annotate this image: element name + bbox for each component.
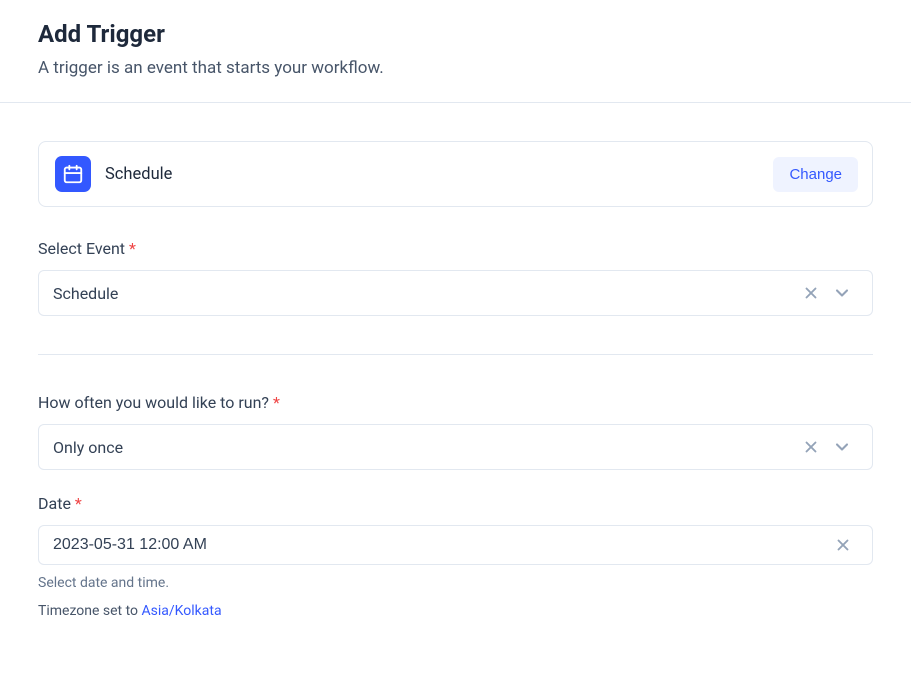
date-input-wrapper[interactable] xyxy=(38,525,873,565)
calendar-icon xyxy=(55,156,91,192)
date-label: Date* xyxy=(38,494,873,513)
clear-icon[interactable] xyxy=(828,536,858,554)
date-input[interactable] xyxy=(53,536,828,554)
page-subtitle: A trigger is an event that starts your w… xyxy=(38,58,873,78)
select-event-dropdown[interactable]: Schedule xyxy=(38,270,873,316)
date-label-text: Date xyxy=(38,494,71,513)
frequency-value: Only once xyxy=(53,438,796,457)
frequency-label-text: How often you would like to run? xyxy=(38,393,269,412)
change-button[interactable]: Change xyxy=(773,157,858,192)
content-area: Schedule Change Select Event* Schedule xyxy=(0,103,911,619)
required-marker: * xyxy=(129,239,136,258)
chevron-down-icon[interactable] xyxy=(826,283,858,303)
timezone-text: Timezone set to Asia/Kolkata xyxy=(38,603,873,619)
page-title: Add Trigger xyxy=(38,20,873,48)
select-event-value: Schedule xyxy=(53,284,796,303)
frequency-label: How often you would like to run?* xyxy=(38,393,873,412)
date-field: Date* Select date and time. Timezone set… xyxy=(38,494,873,619)
timezone-link[interactable]: Asia/Kolkata xyxy=(142,603,222,619)
chevron-down-icon[interactable] xyxy=(826,437,858,457)
date-help-text: Select date and time. xyxy=(38,575,873,591)
frequency-dropdown[interactable]: Only once xyxy=(38,424,873,470)
timezone-prefix: Timezone set to xyxy=(38,603,142,619)
clear-icon[interactable] xyxy=(796,438,826,456)
trigger-info: Schedule xyxy=(55,156,172,192)
frequency-field: How often you would like to run?* Only o… xyxy=(38,393,873,470)
clear-icon[interactable] xyxy=(796,284,826,302)
required-marker: * xyxy=(273,393,280,412)
select-event-field: Select Event* Schedule xyxy=(38,239,873,316)
trigger-name: Schedule xyxy=(105,165,172,184)
required-marker: * xyxy=(75,494,82,513)
trigger-card: Schedule Change xyxy=(38,141,873,207)
select-event-label: Select Event* xyxy=(38,239,873,258)
page-header: Add Trigger A trigger is an event that s… xyxy=(0,0,911,103)
select-event-label-text: Select Event xyxy=(38,239,125,258)
section-divider xyxy=(38,354,873,355)
